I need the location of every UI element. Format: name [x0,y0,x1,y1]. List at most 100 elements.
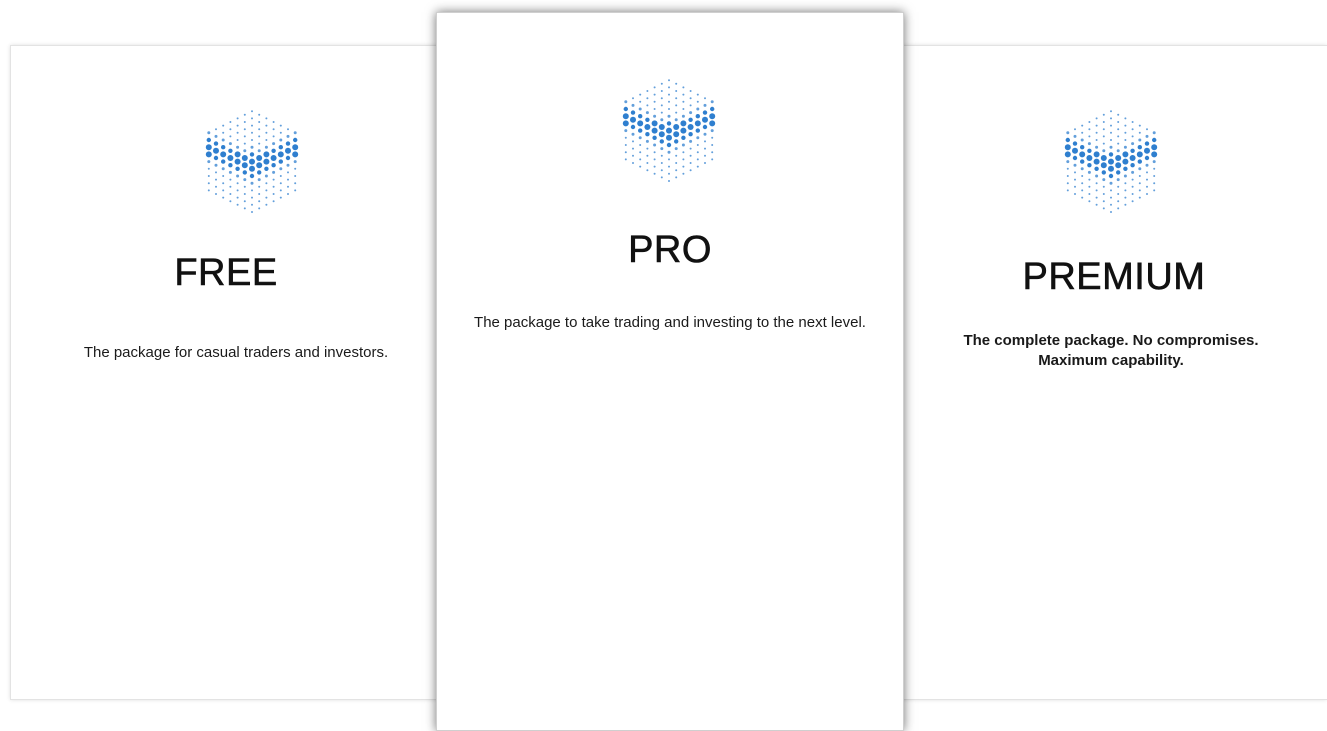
logo-dot [667,150,671,154]
logo-dot [1146,193,1148,195]
logo-dot [675,169,678,172]
logo-dot [1110,196,1112,199]
logo-dot [234,158,241,165]
logo-dot [279,175,282,177]
logo-dot [243,135,246,138]
logo-dot [687,124,694,130]
logo-dot [660,154,663,157]
logo-dot [645,111,649,115]
logo-dot [668,180,670,182]
logo-dot [1151,151,1158,158]
logo-dot [660,111,663,114]
logo-dot [682,172,685,175]
logo-dot [704,162,706,164]
logo-dot [1066,167,1069,170]
logo-dot [1072,141,1078,146]
logo-dot [229,128,232,131]
logo-dot [243,113,246,116]
logo-dot [264,145,268,149]
logo-dot [1131,193,1134,195]
logo-dot [651,120,658,127]
logo-dot [1115,155,1122,161]
logo-dot [265,203,268,206]
logo-dot [653,86,656,89]
logo-dot [229,200,232,203]
logo-dot [1131,142,1135,146]
logo-dot [229,193,232,195]
logo-dot [292,144,299,151]
logo-dot [229,121,232,123]
logo-dot [675,90,678,92]
logo-dot [1117,142,1120,145]
logo-dot [243,121,246,123]
logo-dot [646,154,649,157]
logo-dot [1153,189,1156,192]
logo-dot [1074,128,1076,131]
logo-dot [660,147,664,151]
logo-dot [1117,185,1120,188]
logo-dot [674,139,679,144]
logo-dot [696,136,700,140]
logo-dot [286,134,290,138]
tier-card-free[interactable]: FREE The package for casual traders and … [10,45,442,700]
logo-dot [228,163,233,168]
logo-dot [250,145,254,149]
logo-dot [214,163,218,167]
logo-dot [271,148,276,153]
logo-dot [1117,207,1120,210]
logo-dot [205,144,212,151]
logo-dot [207,167,210,170]
logo-dot [1137,159,1142,164]
hexagon-dots-logo-icon [1055,100,1167,224]
logo-dot [1081,189,1084,192]
logo-dot [221,138,225,142]
logo-dot [645,132,650,137]
logo-dot [1117,200,1120,203]
logo-dot [702,116,708,123]
logo-dot [279,124,282,127]
logo-dot [682,108,685,110]
logo-dot [675,82,678,85]
logo-dot [689,147,692,150]
logo-dot [673,131,680,138]
logo-dot [1094,166,1099,171]
logo-dot [236,174,240,178]
logo-dot [704,147,706,150]
logo-dot [229,178,232,181]
logo-dot [279,167,283,171]
logo-dot [1088,193,1091,195]
logo-dot [689,162,692,164]
logo-dot [222,196,225,199]
logo-dot [1152,160,1156,164]
logo-dot [1066,175,1069,177]
logo-dot [272,142,276,146]
logo-dot [1109,181,1113,185]
pricing-stage: FREE The package for casual traders and … [0,0,1327,731]
logo-dot [653,93,656,96]
logo-dot [207,182,210,185]
logo-dot [711,151,714,154]
logo-dot [229,185,232,188]
logo-dot [638,136,642,140]
logo-dot [287,178,289,181]
logo-dot [668,79,670,82]
logo-dot [215,185,217,188]
logo-dot [251,139,253,141]
logo-dot [236,131,239,134]
logo-dot [644,124,651,130]
logo-dot [631,103,635,107]
logo-dot [251,211,253,213]
logo-dot [265,139,268,141]
tier-card-premium[interactable]: PREMIUM The complete package. No comprom… [900,45,1327,700]
logo-dot [653,114,657,118]
logo-dot [228,142,232,146]
logo-dot [220,151,227,158]
logo-dot [294,182,297,185]
logo-dot [1110,131,1112,134]
tier-card-pro[interactable]: PRO The package to take trading and inve… [436,12,904,731]
logo-dot [1066,160,1070,164]
logo-dot [658,131,665,138]
logo-dot [1093,158,1100,165]
logo-dot [265,131,268,134]
logo-dot [646,90,649,92]
